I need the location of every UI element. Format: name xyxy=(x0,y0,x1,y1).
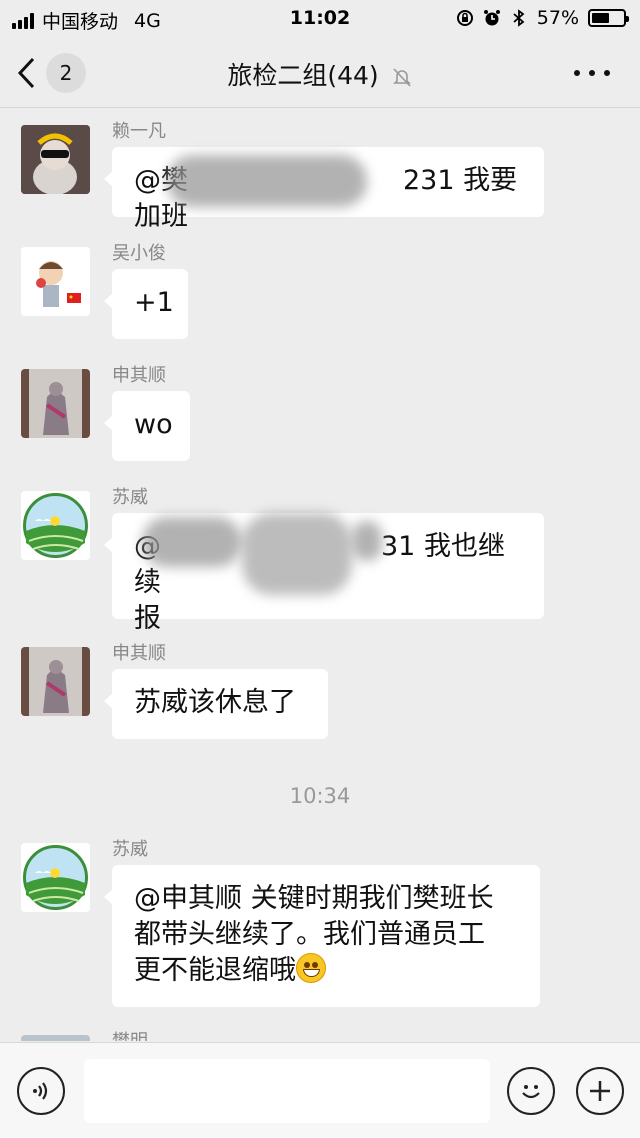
avatar[interactable] xyxy=(21,491,90,560)
redaction-mark xyxy=(167,155,367,207)
sender-name: 苏威 xyxy=(112,487,148,508)
message-list[interactable]: 赖一凡 @樊231 我要加班 吴小俊 +1 申其顺 wo 苏威 @31 我也继续… xyxy=(0,109,640,1041)
redaction-mark xyxy=(242,513,352,595)
message-text: 更不能退缩哦 xyxy=(134,955,296,986)
message-bubble[interactable]: wo xyxy=(104,391,190,461)
battery-percent: 57% xyxy=(536,7,579,29)
input-bar xyxy=(0,1042,640,1138)
message-input[interactable] xyxy=(84,1059,490,1123)
voice-button[interactable] xyxy=(17,1067,65,1115)
redaction-mark xyxy=(352,521,382,561)
sender-name: 苏威 xyxy=(112,839,148,860)
avatar[interactable] xyxy=(21,843,90,912)
battery-icon xyxy=(588,9,629,27)
message-text: 报 xyxy=(134,603,161,634)
sender-name: 申其顺 xyxy=(112,643,166,664)
voice-icon xyxy=(33,1082,48,1100)
chat-title-text: 旅检二组(44) xyxy=(227,61,379,90)
avatar[interactable] xyxy=(21,247,90,316)
emoji-button[interactable] xyxy=(507,1067,555,1115)
sender-name: 樊明 xyxy=(112,1027,148,1041)
avatar[interactable] xyxy=(21,647,90,716)
grinning-emoji-icon xyxy=(296,953,326,983)
redaction-mark xyxy=(142,517,242,567)
message-text: @申其顺 关键时期我们樊班长 xyxy=(134,883,494,914)
plus-icon xyxy=(590,1081,610,1101)
emoji-icon xyxy=(522,1085,540,1099)
bluetooth-icon xyxy=(513,9,525,27)
sender-name: 赖一凡 xyxy=(112,121,166,142)
sender-name: 吴小俊 xyxy=(112,243,166,264)
avatar[interactable] xyxy=(21,1035,90,1041)
message-bubble[interactable]: @樊 231 我要加班 xyxy=(104,147,544,232)
add-button[interactable] xyxy=(576,1067,624,1115)
message-bubble[interactable]: @31 我也继续 报 xyxy=(104,513,544,634)
message-text: 都带头继续了。我们普通员工 xyxy=(134,919,485,950)
more-dots-icon xyxy=(574,70,580,76)
more-button[interactable] xyxy=(574,60,610,86)
bell-off-icon xyxy=(392,68,411,87)
message-bubble[interactable]: 苏威该休息了 xyxy=(104,669,328,739)
alarm-icon xyxy=(483,10,500,26)
avatar[interactable] xyxy=(21,369,90,438)
message-bubble[interactable]: @申其顺 关键时期我们樊班长 都带头继续了。我们普通员工 更不能退缩哦 xyxy=(104,865,540,1007)
rotation-lock-icon xyxy=(456,10,473,26)
nav-bar: 2 旅检二组(44) xyxy=(0,38,640,108)
sender-name: 申其顺 xyxy=(112,365,166,386)
message-bubble[interactable]: +1 xyxy=(104,269,188,339)
avatar[interactable] xyxy=(21,125,90,194)
time-divider: 10:34 xyxy=(289,784,351,808)
status-bar: 中国移动 4G 11:02 57% xyxy=(0,0,640,38)
chat-title: 旅检二组(44) xyxy=(0,56,640,92)
